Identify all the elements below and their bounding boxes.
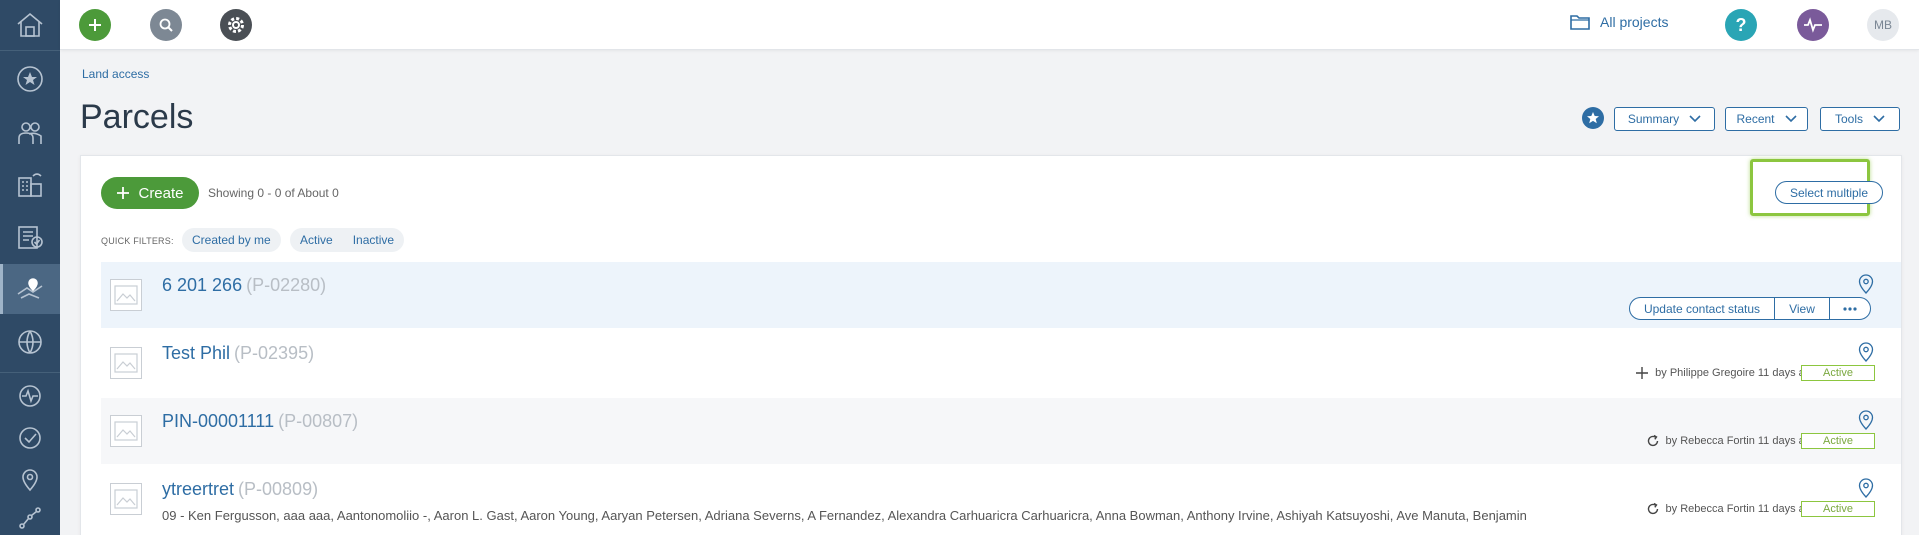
parcel-row[interactable]: ytreertret (P-00809) 09 - Ken Fergusson, …: [101, 466, 1901, 532]
row-meta: by Philippe Gregoire 11 days ago: [1635, 366, 1817, 380]
stakeholders-icon[interactable]: [0, 110, 60, 156]
top-bar: All projects ? MB: [60, 0, 1919, 50]
summary-label: Summary: [1627, 112, 1680, 126]
row-meta: by Rebecca Fortin 11 days ago: [1646, 434, 1817, 448]
summary-dropdown[interactable]: Summary: [1614, 107, 1715, 131]
parcel-code: (P-02395): [234, 343, 315, 363]
parcel-row[interactable]: PIN-00001111 (P-00807) by Rebecca Fortin …: [101, 398, 1901, 464]
parcels-panel: Create Showing 0 - 0 of About 0 Select m…: [80, 155, 1902, 535]
activity-pulse-icon[interactable]: [1797, 9, 1829, 41]
tools-label: Tools: [1834, 112, 1863, 126]
parcel-row[interactable]: 6 201 266 (P-02280) Update contact status…: [101, 262, 1901, 328]
modified-by: by Rebecca Fortin 11 days ago: [1665, 435, 1817, 447]
all-projects-link[interactable]: All projects: [1570, 14, 1668, 30]
chevron-down-icon: [1784, 115, 1797, 123]
parcel-code: (P-00809): [238, 479, 319, 499]
parcel-title[interactable]: 6 201 266 (P-02280): [162, 275, 326, 296]
quick-filter-created-by-me[interactable]: Created by me: [182, 228, 281, 252]
modified-by: by Rebecca Fortin 11 days ago: [1665, 503, 1817, 515]
chevron-down-icon: [1689, 115, 1701, 123]
status-badge: Active: [1801, 501, 1875, 517]
row-actions: Update contact status View: [1629, 297, 1871, 320]
help-icon[interactable]: ?: [1725, 9, 1757, 41]
image-placeholder-icon: [110, 483, 142, 515]
tools-dropdown[interactable]: Tools: [1820, 107, 1900, 131]
location-pin-icon[interactable]: [0, 460, 60, 500]
parcel-code: (P-02280): [246, 275, 327, 295]
parcel-name: Test Phil: [162, 343, 231, 363]
map-pin-icon[interactable]: [1858, 478, 1874, 503]
plus-icon: [1636, 367, 1649, 379]
parcel-name: 6 201 266: [162, 275, 243, 295]
image-placeholder-icon: [110, 279, 142, 311]
folder-icon: [1570, 15, 1590, 30]
page-title: Parcels: [80, 98, 194, 136]
create-label: Create: [138, 184, 184, 202]
map-pin-icon[interactable]: [1858, 274, 1874, 299]
image-placeholder-icon: [110, 415, 142, 447]
routes-icon[interactable]: [0, 500, 60, 535]
quick-filter-active[interactable]: Active: [300, 233, 333, 247]
quick-filter-inactive[interactable]: Inactive: [353, 233, 394, 247]
refresh-icon: [1647, 502, 1658, 515]
modified-by: by Philippe Gregoire 11 days ago: [1655, 367, 1817, 379]
avatar[interactable]: MB: [1867, 9, 1899, 41]
globe-icon[interactable]: [0, 320, 60, 364]
sidebar: [0, 0, 60, 535]
view-button[interactable]: View: [1774, 298, 1829, 319]
recent-dropdown[interactable]: Recent: [1725, 107, 1808, 131]
status-badge: Active: [1801, 365, 1875, 381]
quick-filters-label: QUICK FILTERS:: [101, 236, 174, 246]
approvals-icon[interactable]: [0, 214, 60, 260]
breadcrumb[interactable]: Land access: [82, 67, 149, 81]
quick-filter-status-group: Active Inactive: [290, 228, 405, 252]
parcel-title[interactable]: ytreertret (P-00809): [162, 479, 318, 500]
parcel-title[interactable]: Test Phil (P-02395): [162, 343, 314, 364]
results-count: Showing 0 - 0 of About 0: [208, 186, 339, 200]
more-options-icon[interactable]: [1829, 298, 1870, 319]
parcel-title[interactable]: PIN-00001111 (P-00807): [162, 411, 358, 432]
buildings-icon[interactable]: [0, 162, 60, 208]
parcel-name: PIN-00001111: [162, 411, 275, 431]
parcel-code: (P-00807): [278, 411, 359, 431]
all-projects-label: All projects: [1600, 14, 1669, 30]
parcel-row[interactable]: Test Phil (P-02395) by Philippe Gregoire …: [101, 330, 1901, 396]
select-multiple-button[interactable]: Select multiple: [1775, 181, 1883, 204]
search-icon[interactable]: [150, 9, 182, 41]
favorite-star-icon[interactable]: [1582, 107, 1604, 129]
update-contact-status-button[interactable]: Update contact status: [1630, 298, 1774, 319]
land-access-icon[interactable]: [0, 264, 60, 314]
create-button[interactable]: Create: [101, 177, 199, 209]
chevron-down-icon: [1873, 115, 1885, 123]
parcel-name: ytreertret: [162, 479, 235, 499]
tasks-check-icon[interactable]: [0, 418, 60, 458]
home-icon[interactable]: [0, 0, 60, 50]
map-pin-icon[interactable]: [1858, 342, 1874, 367]
row-meta: by Rebecca Fortin 11 days ago: [1646, 502, 1817, 516]
map-pin-icon[interactable]: [1858, 410, 1874, 435]
add-icon[interactable]: [79, 9, 111, 41]
settings-gear-icon[interactable]: [220, 9, 252, 41]
favorites-star-icon[interactable]: [0, 58, 60, 100]
image-placeholder-icon: [110, 347, 142, 379]
activity-icon[interactable]: [0, 376, 60, 416]
recent-label: Recent: [1736, 112, 1775, 126]
status-badge: Active: [1801, 433, 1875, 449]
parcel-contacts: 09 - Ken Fergusson, aaa aaa, Aantonomoli…: [162, 508, 1527, 523]
refresh-icon: [1647, 434, 1658, 447]
plus-icon: [117, 187, 130, 199]
